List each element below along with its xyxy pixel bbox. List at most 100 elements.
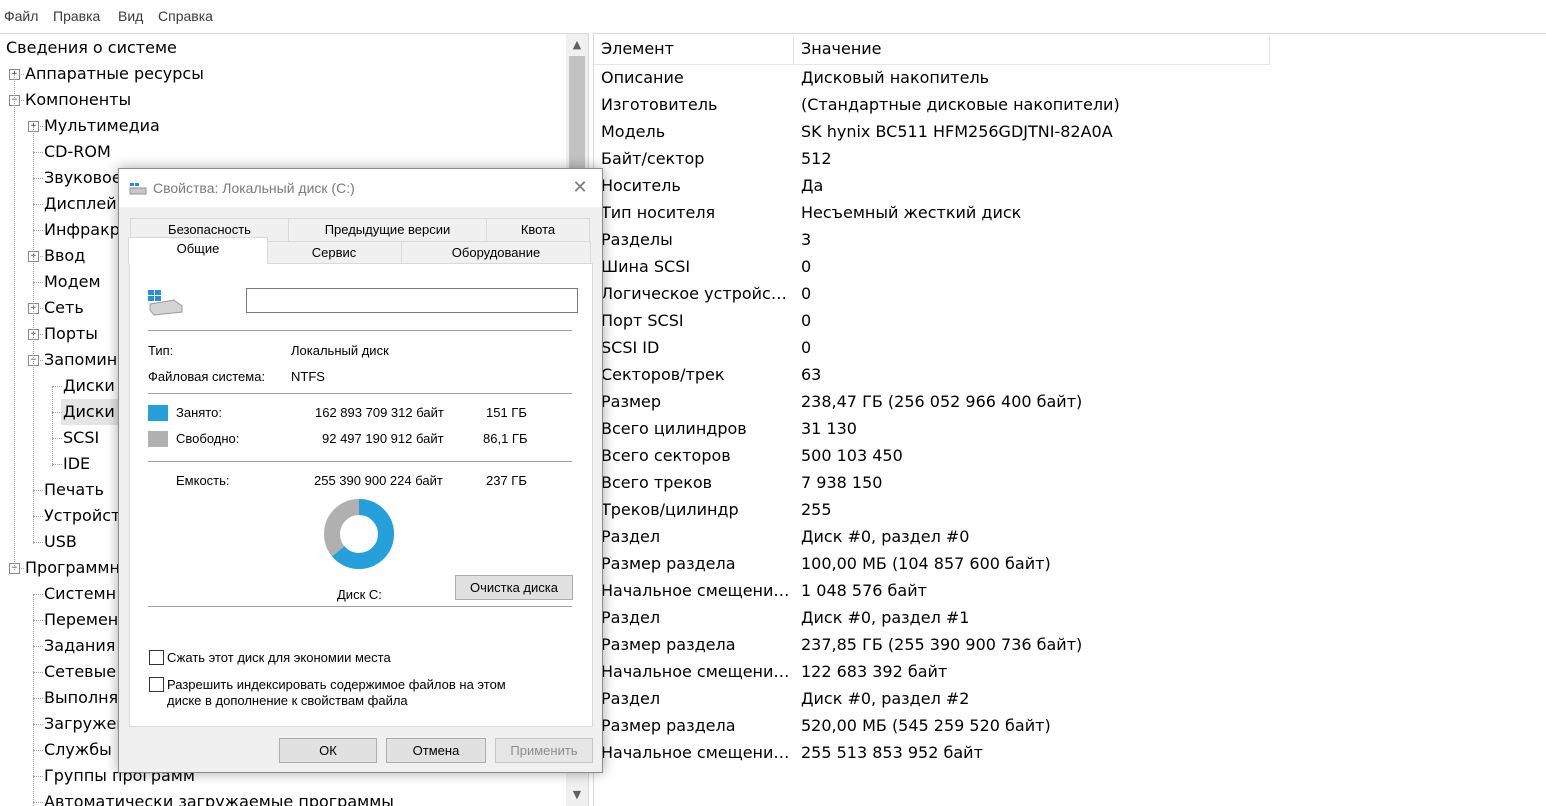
list-row[interactable]: Разделы 3 — [594, 226, 1270, 253]
filesystem-value: NTFS — [291, 369, 325, 384]
scroll-down-icon[interactable]: ▼ — [566, 784, 588, 806]
tree-item[interactable]: Дисплей — [42, 191, 121, 217]
list-cell-value: 512 — [801, 149, 832, 168]
list-cell-value: Несъемный жесткий диск — [801, 203, 1022, 222]
list-row[interactable]: Раздел Диск #0, раздел #0 — [594, 523, 1270, 550]
tree-connector — [14, 74, 15, 570]
list-row[interactable]: Всего треков 7 938 150 — [594, 469, 1270, 496]
drive-name-input[interactable] — [246, 288, 578, 313]
tree-item[interactable]: IDE — [61, 451, 94, 477]
list-row[interactable]: Шина SCSI 0 — [594, 253, 1270, 280]
dialog-titlebar[interactable]: Свойства: Локальный диск (C:) ✕ — [119, 169, 602, 207]
close-icon[interactable]: ✕ — [570, 177, 590, 197]
ok-button[interactable]: ОК — [279, 738, 377, 763]
tree-item-label: Звуковое — [44, 168, 122, 187]
used-color-swatch — [148, 405, 168, 421]
tree-item[interactable]: USB — [42, 529, 81, 555]
tree-item[interactable]: Порты — [42, 321, 102, 347]
list-row[interactable]: Изготовитель (Стандартные дисковые накопи… — [594, 91, 1270, 118]
tree-item[interactable]: Службы — [42, 737, 116, 763]
scroll-up-icon[interactable]: ▲ — [566, 34, 588, 56]
list-row[interactable]: Всего секторов 500 103 450 — [594, 442, 1270, 469]
tree-connector — [33, 724, 43, 725]
tree-item[interactable]: Модем — [42, 269, 105, 295]
tree-item-label: USB — [44, 532, 77, 551]
drive-large-icon — [148, 290, 183, 316]
tree-item[interactable]: Ввод — [42, 243, 89, 269]
list-row[interactable]: Размер раздела 520,00 МБ (545 259 520 бай… — [594, 712, 1270, 739]
list-cell-item: Разделы — [601, 230, 673, 249]
disk-cleanup-button[interactable]: Очистка диска — [455, 575, 573, 600]
tree-item[interactable]: Аппаратные ресурсы — [23, 61, 208, 87]
list-row[interactable]: Описание Дисковый накопитель — [594, 64, 1270, 91]
tree-item[interactable]: Звуковое — [42, 165, 126, 191]
list-row[interactable]: Треков/цилиндр 255 — [594, 496, 1270, 523]
list-cell-value: 255 — [801, 500, 832, 519]
tree-item-label: Переменн — [44, 610, 129, 629]
list-row[interactable]: Раздел Диск #0, раздел #2 — [594, 685, 1270, 712]
menu-edit[interactable]: Правка — [53, 8, 100, 24]
apply-button[interactable]: Применить — [495, 738, 593, 763]
list-row[interactable]: Начальное смещение ... 1 048 576 байт — [594, 577, 1270, 604]
tree-item[interactable]: Сеть — [42, 295, 88, 321]
list-row[interactable]: Начальное смещение ... 255 513 853 952 ба… — [594, 739, 1270, 766]
free-bytes: 92 497 190 912 байт — [322, 431, 444, 446]
column-header-value[interactable]: Значение — [801, 34, 882, 64]
tree-connector — [33, 698, 43, 699]
tree-item[interactable]: Системн — [42, 581, 120, 607]
list-cell-value: 7 938 150 — [801, 473, 883, 492]
column-separator[interactable] — [793, 36, 794, 64]
tree-item-label: Аппаратные ресурсы — [25, 64, 204, 83]
tree-item[interactable]: CD-ROM — [42, 139, 115, 165]
list-row[interactable]: Раздел Диск #0, раздел #1 — [594, 604, 1270, 631]
tree-connector — [52, 386, 53, 466]
list-row[interactable]: Порт SCSI 0 — [594, 307, 1270, 334]
menu-help[interactable]: Справка — [158, 8, 213, 24]
tree-item[interactable]: Печать — [42, 477, 108, 503]
list-row[interactable]: Носитель Да — [594, 172, 1270, 199]
list-row[interactable]: Байт/сектор 512 — [594, 145, 1270, 172]
tree-item[interactable]: Автоматически загружаемые программы — [42, 789, 398, 806]
menu-view[interactable]: Вид — [118, 8, 143, 24]
list-row[interactable]: Размер раздела 100,00 МБ (104 857 600 бай… — [594, 550, 1270, 577]
column-separator[interactable] — [1269, 36, 1270, 64]
tree-item-label: Диски — [63, 376, 115, 395]
drive-icon — [129, 183, 147, 195]
list-row[interactable]: Размер 238,47 ГБ (256 052 966 400 байт) — [594, 388, 1270, 415]
tab-service[interactable]: Сервис — [266, 241, 402, 265]
tree-item[interactable]: Программн — [23, 555, 124, 581]
list-row[interactable]: Логическое устройств... 0 — [594, 280, 1270, 307]
index-checkbox[interactable] — [149, 677, 164, 692]
dialog-title: Свойства: Локальный диск (C:) — [153, 180, 355, 196]
list-row[interactable]: Начальное смещение ... 122 683 392 байт — [594, 658, 1270, 685]
list-row[interactable]: Модель SK hynix BC511 HFM256GDJTNI-82A0A — [594, 118, 1270, 145]
list-row[interactable]: Секторов/трек 63 — [594, 361, 1270, 388]
list-cell-item: Носитель — [601, 176, 681, 195]
tab-quota[interactable]: Квота — [486, 218, 590, 242]
list-row[interactable]: SCSI ID 0 — [594, 334, 1270, 361]
compress-checkbox[interactable] — [149, 650, 164, 665]
menu-file[interactable]: Файл — [4, 8, 38, 24]
tree-item[interactable]: Мультимедиа — [42, 113, 164, 139]
list-cell-item: Всего секторов — [601, 446, 731, 465]
compress-label: Сжать этот диск для экономии места — [167, 650, 391, 665]
tree-item[interactable]: Сведения о системе — [4, 35, 181, 61]
list-row[interactable]: Тип носителя Несъемный жесткий диск — [594, 199, 1270, 226]
list-row[interactable]: Размер раздела 237,85 ГБ (255 390 900 736… — [594, 631, 1270, 658]
tab-general[interactable]: Общие — [128, 237, 268, 264]
tree-item[interactable]: Диски — [61, 373, 119, 399]
tree-item[interactable]: Диски — [61, 399, 119, 425]
tree-connector — [33, 204, 43, 205]
divider — [148, 393, 572, 394]
column-header-item[interactable]: Элемент — [601, 34, 674, 64]
cancel-button[interactable]: Отмена — [386, 738, 486, 763]
list-row[interactable]: Всего цилиндров 31 130 — [594, 415, 1270, 442]
tree-item-label: IDE — [63, 454, 91, 473]
tree-connector — [52, 412, 62, 413]
tree-item[interactable]: Компоненты — [23, 87, 135, 113]
tab-hardware[interactable]: Оборудование — [401, 241, 591, 265]
tab-previous-versions[interactable]: Предыдущие версии — [288, 218, 487, 242]
tree-item[interactable]: SCSI — [61, 425, 103, 451]
tree-item-label: Печать — [44, 480, 104, 499]
tree-item-label: Выполняе — [44, 688, 129, 707]
